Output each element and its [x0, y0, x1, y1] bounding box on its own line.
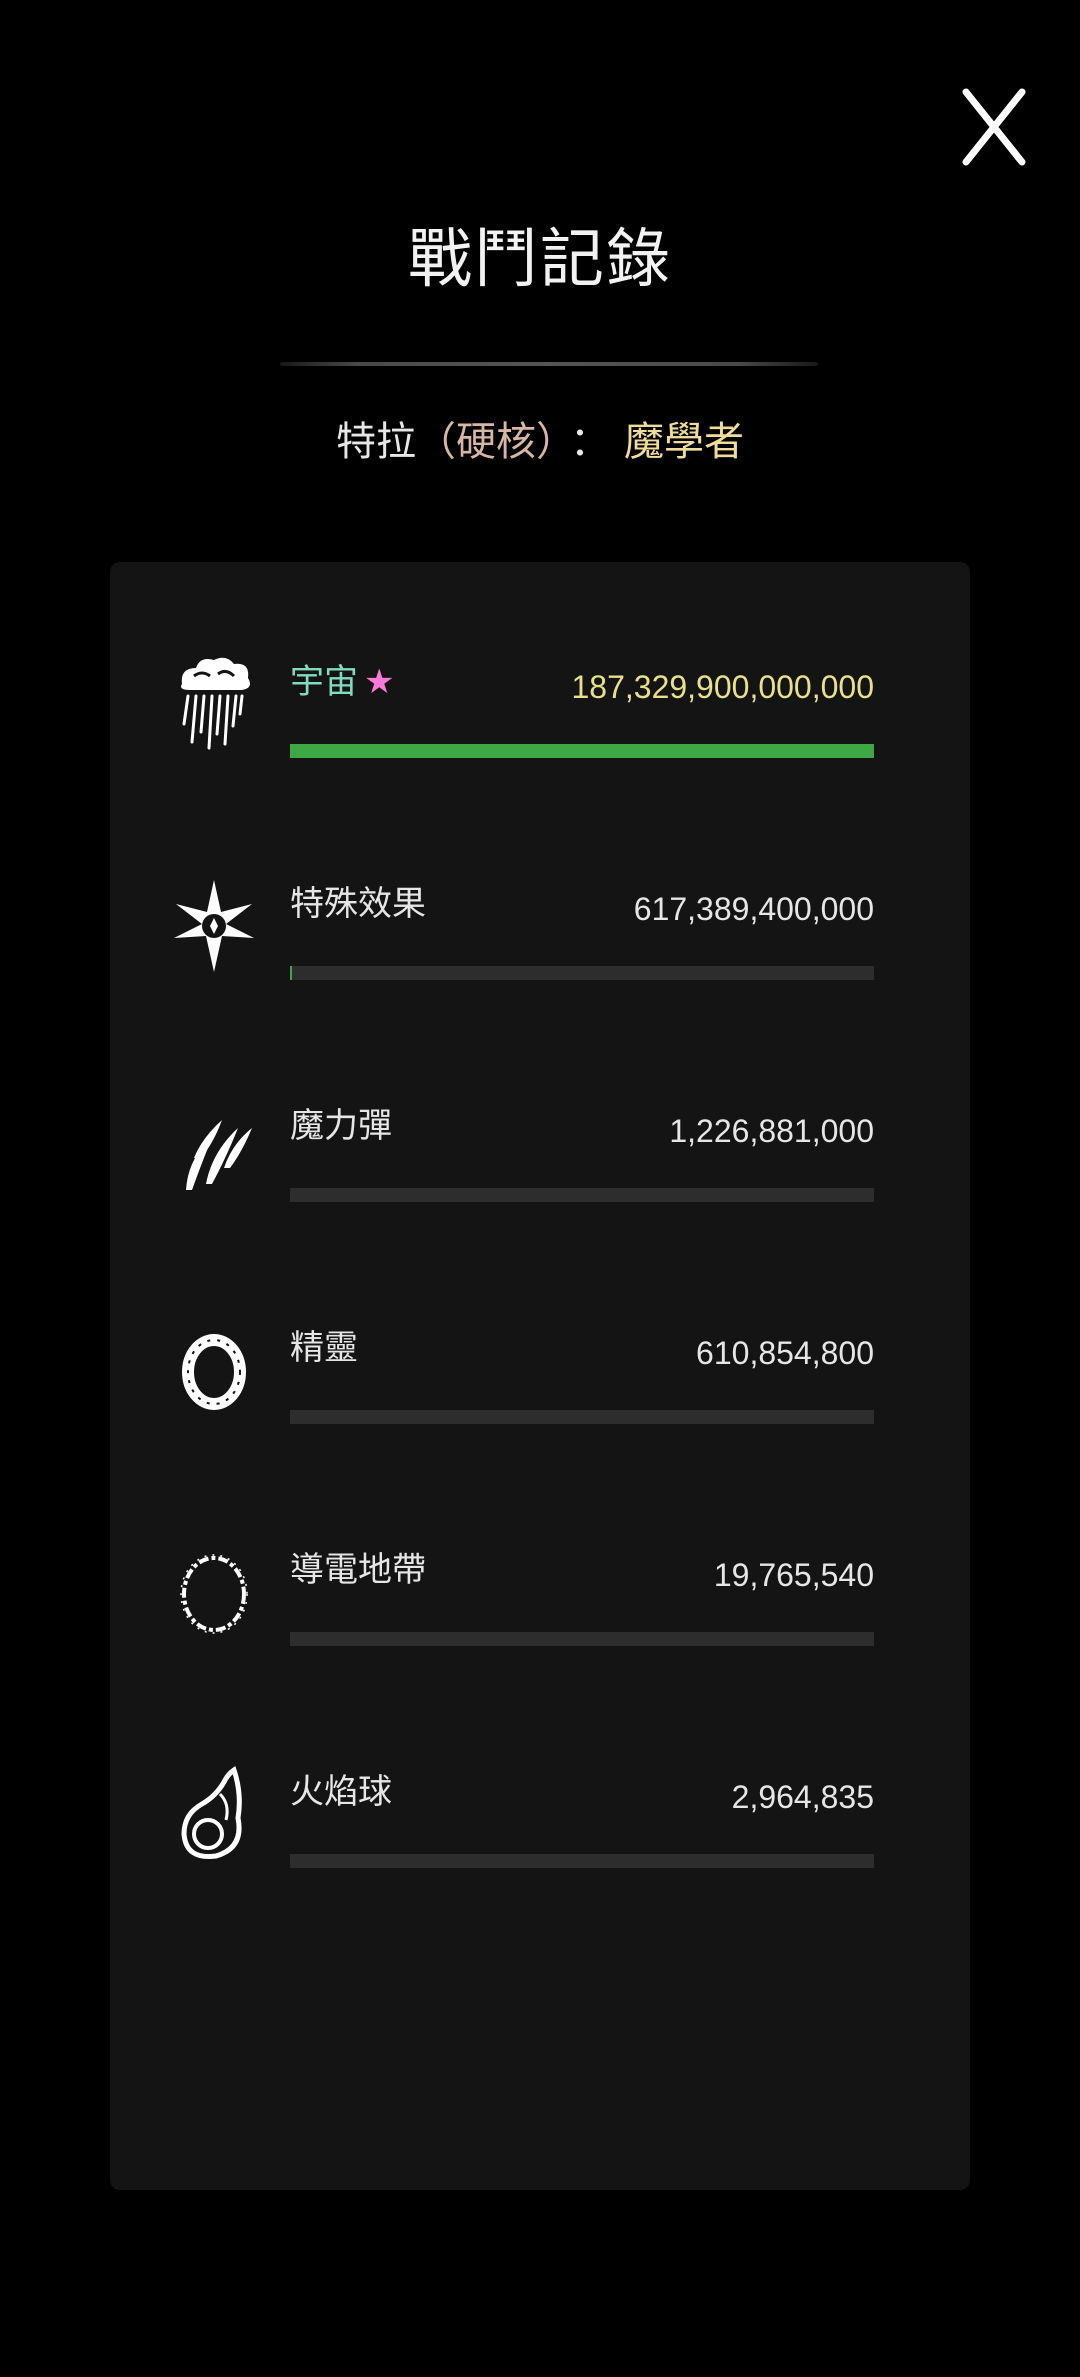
damage-value: 19,765,540	[713, 1557, 874, 1593]
skill-row: 特殊效果 617,389,400,000	[110, 784, 970, 980]
damage-value: 610,854,800	[696, 1335, 874, 1371]
damage-bar	[290, 1854, 874, 1868]
difficulty-mode: （硬核）	[416, 419, 556, 465]
damage-bar	[290, 1188, 874, 1202]
spirit-ring-icon	[172, 1320, 256, 1420]
damage-bar	[290, 744, 874, 758]
damage-value: 1,226,881,000	[669, 1113, 874, 1149]
skill-row: 魔力彈 1,226,881,000	[110, 1006, 970, 1202]
damage-value: 617,389,400,000	[633, 891, 874, 927]
star-icon: ★	[364, 662, 395, 702]
skill-name: 特殊效果	[290, 884, 426, 924]
skill-name: 精靈	[290, 1328, 358, 1368]
damage-bar	[290, 966, 874, 980]
skill-name: 導電地帶	[290, 1550, 426, 1590]
starburst-effect-icon	[172, 876, 256, 976]
skill-row: 導電地帶 19,765,540	[110, 1450, 970, 1646]
damage-value: 2,964,835	[731, 1779, 874, 1815]
skill-name: 火焰球	[290, 1772, 392, 1812]
cosmos-cloud-rain-icon	[172, 654, 256, 754]
title-divider	[280, 362, 818, 366]
damage-value: 187,329,900,000,000	[571, 669, 874, 705]
damage-bar-fill	[290, 744, 874, 758]
skill-row: 宇宙 ★ 187,329,900,000,000	[110, 562, 970, 758]
character-name: 特拉	[336, 419, 416, 465]
conductive-zone-ring-icon	[172, 1542, 256, 1642]
page-title: 戰鬥記錄	[408, 223, 672, 297]
fireball-icon	[172, 1764, 256, 1864]
damage-bar-fill	[290, 966, 292, 980]
damage-bar	[290, 1410, 874, 1424]
skill-row: 火焰球 2,964,835	[110, 1672, 970, 1868]
separator: ：	[570, 419, 610, 465]
character-class: 魔學者	[624, 419, 744, 465]
magic-missile-claw-icon	[172, 1098, 256, 1198]
character-info: 特拉（硬核） ： 魔學者	[0, 412, 1080, 472]
close-x-icon	[962, 88, 1026, 166]
skill-row: 精靈 610,854,800	[110, 1228, 970, 1424]
battle-record-panel: 宇宙 ★ 187,329,900,000,000 特殊效果 617,389,400…	[110, 562, 970, 2190]
skill-name: 魔力彈	[290, 1106, 392, 1146]
skill-name: 宇宙 ★	[290, 662, 395, 702]
close-button[interactable]	[958, 86, 1030, 168]
damage-bar	[290, 1632, 874, 1646]
